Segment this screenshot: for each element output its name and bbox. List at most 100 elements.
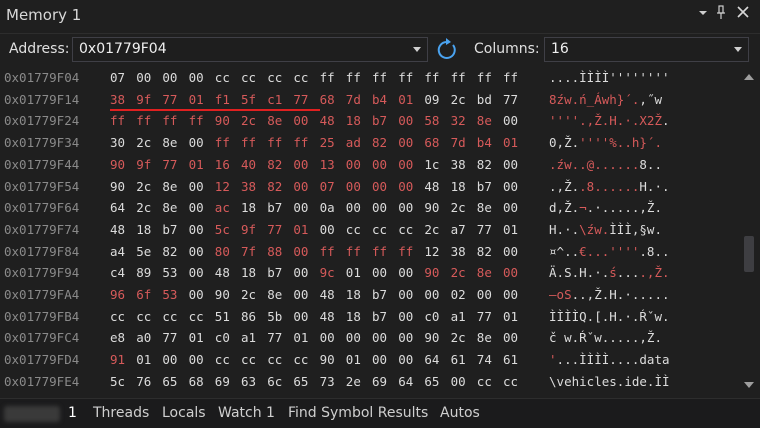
memory-byte[interactable]: 64 — [110, 200, 125, 215]
memory-byte[interactable]: 61 — [503, 352, 518, 367]
memory-byte[interactable]: 2c — [241, 287, 256, 302]
memory-byte[interactable]: 74 — [477, 352, 492, 367]
memory-byte[interactable]: 00 — [162, 352, 177, 367]
memory-byte[interactable]: 01 — [136, 352, 151, 367]
memory-byte[interactable]: 61 — [451, 352, 466, 367]
memory-byte[interactable]: 00 — [398, 309, 413, 324]
memory-byte[interactable]: 9f — [241, 222, 256, 237]
memory-byte[interactable]: 8e — [162, 200, 177, 215]
memory-byte[interactable]: 00 — [293, 309, 308, 324]
memory-byte[interactable]: ff — [372, 70, 387, 85]
memory-byte[interactable]: 77 — [162, 157, 177, 172]
memory-byte[interactable]: 38 — [451, 157, 466, 172]
memory-byte[interactable]: 86 — [241, 309, 256, 324]
memory-byte[interactable]: 68 — [424, 135, 439, 150]
memory-byte[interactable]: 48 — [424, 179, 439, 194]
memory-row[interactable]: 0x01779FE4 5c 76 65 68 69 63 6c 65 73 2e 69 64 65 00 cc… — [0, 371, 738, 393]
memory-ascii[interactable]: .,Ž..8......H.·. — [549, 179, 670, 194]
memory-byte[interactable]: 8e — [477, 330, 492, 345]
memory-byte[interactable]: 6f — [136, 287, 151, 302]
memory-byte[interactable]: ad — [346, 135, 361, 150]
memory-byte[interactable]: 5c — [215, 222, 230, 237]
memory-byte[interactable]: 77 — [267, 222, 282, 237]
memory-byte[interactable]: ff — [136, 113, 151, 128]
memory-byte[interactable]: 00 — [346, 179, 361, 194]
memory-byte[interactable]: 51 — [215, 309, 230, 324]
memory-byte[interactable]: 58 — [424, 113, 439, 128]
columns-select[interactable]: 16 — [544, 37, 749, 62]
memory-byte[interactable]: cc — [293, 70, 308, 85]
memory-byte[interactable]: cc — [110, 309, 125, 324]
memory-byte[interactable]: cc — [162, 309, 177, 324]
memory-byte[interactable]: ff — [398, 244, 413, 259]
memory-byte[interactable]: 40 — [241, 157, 256, 172]
memory-byte[interactable]: 00 — [189, 222, 204, 237]
memory-byte[interactable]: 2c — [451, 92, 466, 107]
memory-byte[interactable]: 68 — [320, 92, 335, 107]
memory-byte[interactable]: ff — [346, 70, 361, 85]
memory-byte[interactable]: 00 — [189, 200, 204, 215]
memory-byte[interactable]: 30 — [110, 135, 125, 150]
memory-byte[interactable]: 8e — [477, 113, 492, 128]
memory-byte[interactable]: 77 — [162, 92, 177, 107]
memory-byte[interactable]: ff — [346, 244, 361, 259]
memory-byte[interactable]: ac — [215, 200, 230, 215]
memory-byte[interactable]: 69 — [215, 374, 230, 389]
memory-byte[interactable]: a1 — [451, 309, 466, 324]
memory-byte[interactable]: 82 — [372, 135, 387, 150]
memory-byte[interactable]: cc — [346, 222, 361, 237]
memory-byte[interactable]: cc — [215, 70, 230, 85]
memory-byte[interactable]: 00 — [293, 157, 308, 172]
memory-ascii[interactable]: č w.Ŕˇw.....,Ž. — [549, 330, 662, 345]
memory-byte[interactable]: 07 — [320, 179, 335, 194]
memory-byte[interactable]: 1c — [424, 157, 439, 172]
memory-byte[interactable]: 01 — [293, 222, 308, 237]
memory-byte[interactable]: 8e — [477, 200, 492, 215]
memory-byte[interactable]: 00 — [503, 200, 518, 215]
memory-byte[interactable]: 65 — [424, 374, 439, 389]
memory-byte[interactable]: ff — [372, 244, 387, 259]
memory-byte[interactable]: 96 — [110, 287, 125, 302]
memory-byte[interactable]: 00 — [503, 287, 518, 302]
memory-byte[interactable]: 48 — [320, 287, 335, 302]
memory-byte[interactable]: 82 — [267, 157, 282, 172]
memory-byte[interactable]: bd — [477, 92, 492, 107]
memory-byte[interactable]: 00 — [346, 200, 361, 215]
memory-byte[interactable]: 00 — [372, 265, 387, 280]
memory-byte[interactable]: 7f — [241, 244, 256, 259]
memory-byte[interactable]: 09 — [424, 92, 439, 107]
tab-locals[interactable]: Locals — [162, 405, 206, 421]
memory-byte[interactable]: 89 — [136, 265, 151, 280]
memory-byte[interactable]: 00 — [136, 70, 151, 85]
memory-byte[interactable]: 01 — [189, 157, 204, 172]
memory-byte[interactable]: a1 — [241, 330, 256, 345]
memory-byte[interactable]: 2c — [241, 113, 256, 128]
memory-byte[interactable]: 00 — [293, 287, 308, 302]
memory-byte[interactable]: ff — [267, 135, 282, 150]
memory-row[interactable]: 0x01779F84 a4 5e 82 00 80 7f 88 00 ff ff ff ff 12 38 82… — [0, 241, 738, 263]
memory-byte[interactable]: 18 — [451, 179, 466, 194]
memory-byte[interactable]: 80 — [215, 244, 230, 259]
tab-find-symbol-results[interactable]: Find Symbol Results — [288, 405, 428, 421]
memory-byte[interactable]: 07 — [110, 70, 125, 85]
memory-byte[interactable]: 01 — [346, 265, 361, 280]
memory-ascii[interactable]: 8źw.ń_Áwh}´.,˝w — [549, 92, 662, 107]
memory-grid[interactable]: 0x01779F04 07 00 00 00 cc cc cc cc ff ff ff ff ff ff ff… — [0, 66, 738, 398]
memory-byte[interactable]: b7 — [372, 287, 387, 302]
memory-byte[interactable]: a0 — [136, 330, 151, 345]
memory-byte[interactable]: 38 — [110, 92, 125, 107]
memory-byte[interactable]: 18 — [241, 265, 256, 280]
refresh-icon[interactable] — [434, 37, 460, 63]
chevron-down-icon[interactable] — [413, 47, 421, 52]
memory-byte[interactable]: 63 — [241, 374, 256, 389]
memory-byte[interactable]: 00 — [398, 157, 413, 172]
memory-row[interactable]: 0x01779FB4 cc cc cc cc 51 86 5b 00 48 18 b7 00 c0 a1 77… — [0, 306, 738, 328]
memory-byte[interactable]: 00 — [189, 352, 204, 367]
memory-byte[interactable]: b7 — [372, 309, 387, 324]
memory-byte[interactable]: 00 — [162, 70, 177, 85]
memory-byte[interactable]: 01 — [189, 92, 204, 107]
tab-autos[interactable]: Autos — [440, 405, 480, 421]
memory-byte[interactable]: 00 — [346, 157, 361, 172]
memory-byte[interactable]: cc — [241, 352, 256, 367]
address-input[interactable]: 0x01779F04 — [72, 37, 428, 62]
